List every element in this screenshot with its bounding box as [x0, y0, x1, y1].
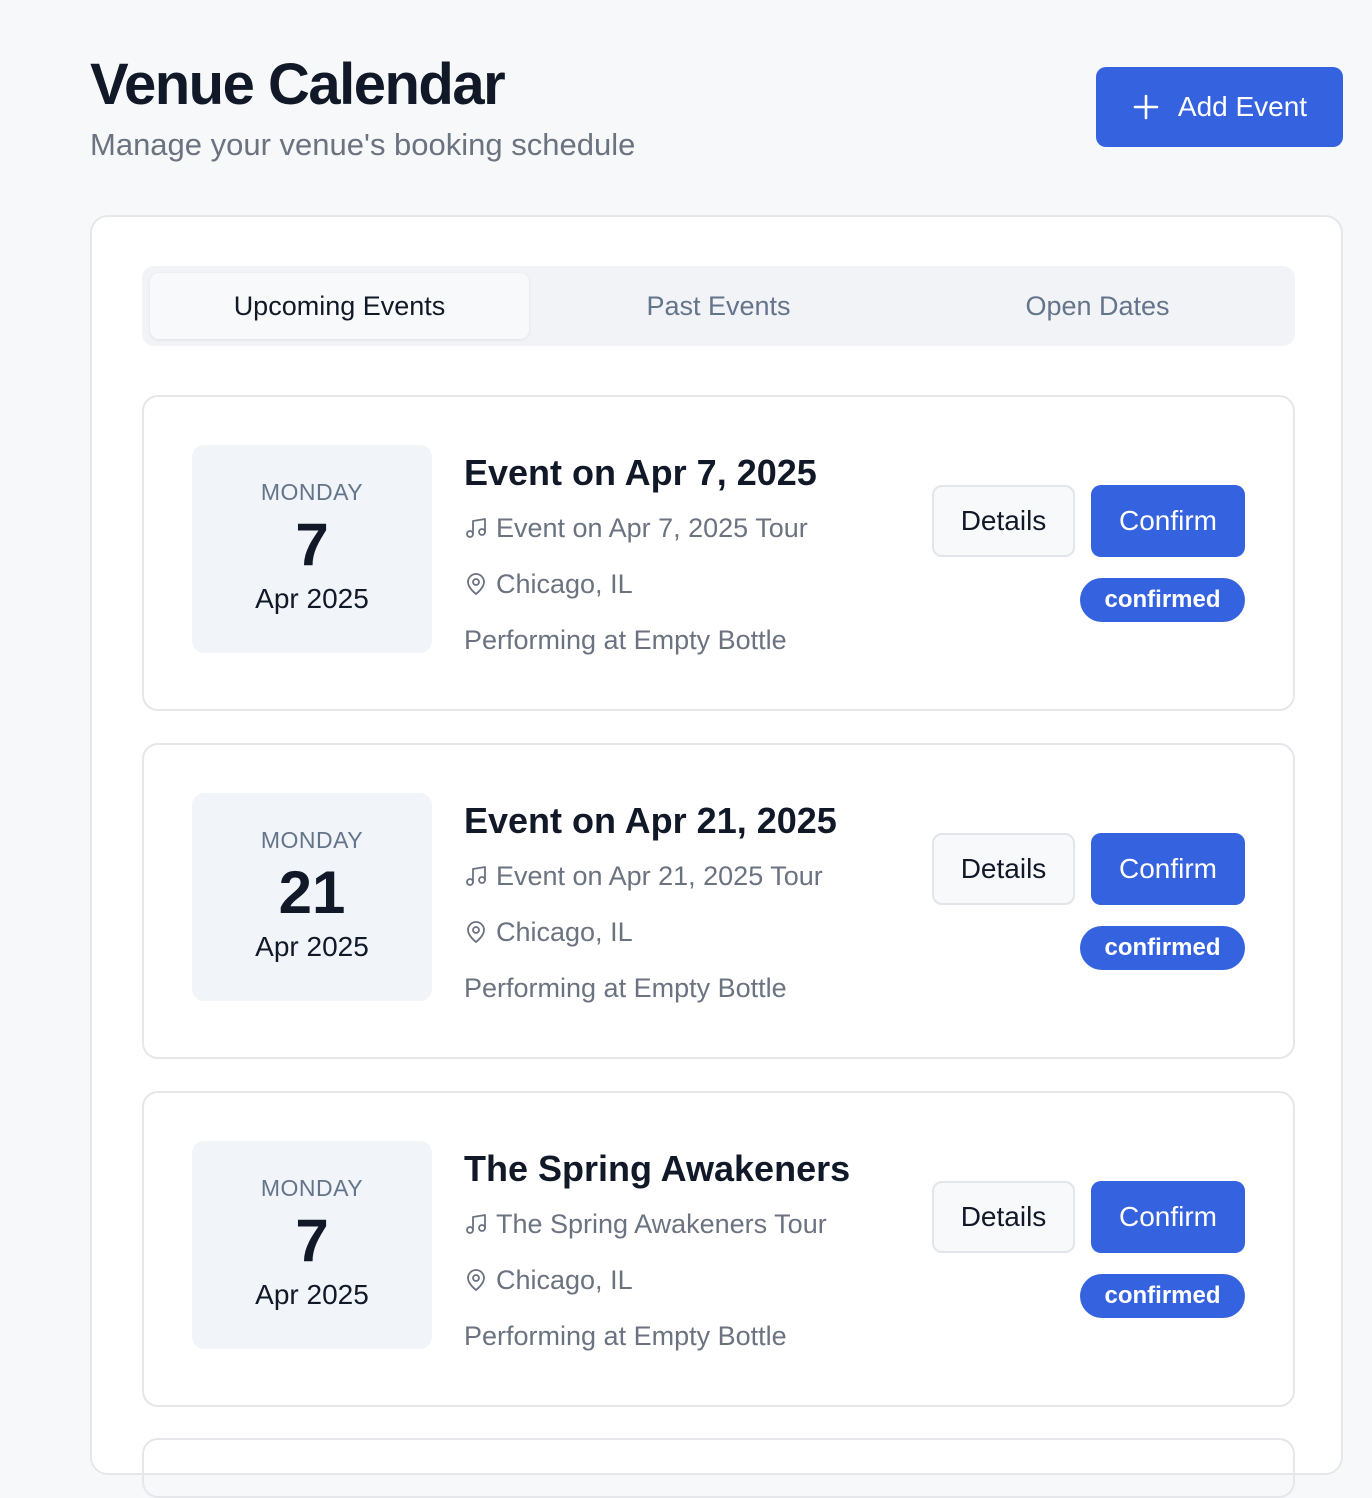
date-day: 21 — [278, 859, 346, 926]
date-day: 7 — [295, 511, 329, 578]
date-month-year: Apr 2025 — [255, 583, 369, 614]
event-location: Chicago, IL — [464, 1263, 633, 1297]
confirm-button[interactable]: Confirm — [1091, 833, 1245, 905]
details-button[interactable]: Details — [932, 485, 1075, 557]
date-box: MONDAY 7 Apr 2025 — [192, 1141, 432, 1349]
event-title: Event on Apr 7, 2025 — [464, 452, 817, 493]
confirm-button[interactable]: Confirm — [1091, 485, 1245, 557]
event-tour-text: Event on Apr 7, 2025 Tour — [496, 513, 808, 543]
date-weekday: MONDAY — [260, 827, 364, 853]
event-location: Chicago, IL — [464, 567, 633, 601]
tab-open-dates[interactable]: Open Dates — [908, 273, 1287, 339]
date-month-year: Apr 2025 — [255, 1279, 369, 1310]
event-card-partial — [142, 1438, 1295, 1498]
date-month-year: Apr 2025 — [255, 931, 369, 962]
music-note-icon — [464, 516, 488, 540]
tab-past-events[interactable]: Past Events — [529, 273, 908, 339]
event-card: MONDAY 21 Apr 2025 Event on Apr 21, 2025… — [142, 743, 1295, 1059]
status-badge: confirmed — [1080, 926, 1245, 970]
event-tour: The Spring Awakeners Tour — [464, 1207, 827, 1241]
plus-icon — [1132, 93, 1160, 121]
map-pin-icon — [464, 572, 488, 596]
event-performing: Performing at Empty Bottle — [464, 625, 787, 655]
event-card: MONDAY 7 Apr 2025 Event on Apr 7, 2025 E… — [142, 395, 1295, 711]
tab-bar: Upcoming Events Past Events Open Dates — [142, 266, 1295, 346]
page-subtitle: Manage your venue's booking schedule — [90, 127, 636, 162]
date-weekday: MONDAY — [260, 1175, 364, 1201]
event-location-text: Chicago, IL — [496, 1265, 633, 1295]
event-performing: Performing at Empty Bottle — [464, 973, 787, 1003]
event-title: The Spring Awakeners — [464, 1148, 851, 1189]
event-title: Event on Apr 21, 2025 — [464, 800, 837, 841]
details-button[interactable]: Details — [932, 1181, 1075, 1253]
event-performing: Performing at Empty Bottle — [464, 1321, 787, 1351]
status-badge: confirmed — [1080, 1274, 1245, 1318]
tab-upcoming-events[interactable]: Upcoming Events — [150, 273, 529, 339]
page-title: Venue Calendar — [90, 52, 506, 117]
add-event-button[interactable]: Add Event — [1096, 67, 1343, 147]
event-tour: Event on Apr 7, 2025 Tour — [464, 511, 808, 545]
status-badge: confirmed — [1080, 578, 1245, 622]
date-day: 7 — [295, 1207, 329, 1274]
add-event-label: Add Event — [1177, 91, 1308, 122]
confirm-button[interactable]: Confirm — [1091, 1181, 1245, 1253]
event-tour: Event on Apr 21, 2025 Tour — [464, 859, 823, 893]
event-location: Chicago, IL — [464, 915, 633, 949]
music-note-icon — [464, 864, 488, 888]
date-box: MONDAY 7 Apr 2025 — [192, 445, 432, 653]
date-weekday: MONDAY — [260, 479, 364, 505]
event-tour-text: The Spring Awakeners Tour — [496, 1209, 827, 1239]
map-pin-icon — [464, 920, 488, 944]
event-card: MONDAY 7 Apr 2025 The Spring Awakeners T… — [142, 1091, 1295, 1407]
events-panel: Upcoming Events Past Events Open Dates M… — [90, 215, 1343, 1498]
details-button[interactable]: Details — [932, 833, 1075, 905]
music-note-icon — [464, 1212, 488, 1236]
event-location-text: Chicago, IL — [496, 917, 633, 947]
map-pin-icon — [464, 1268, 488, 1292]
date-box: MONDAY 21 Apr 2025 — [192, 793, 432, 1001]
event-tour-text: Event on Apr 21, 2025 Tour — [496, 861, 823, 891]
event-location-text: Chicago, IL — [496, 569, 633, 599]
